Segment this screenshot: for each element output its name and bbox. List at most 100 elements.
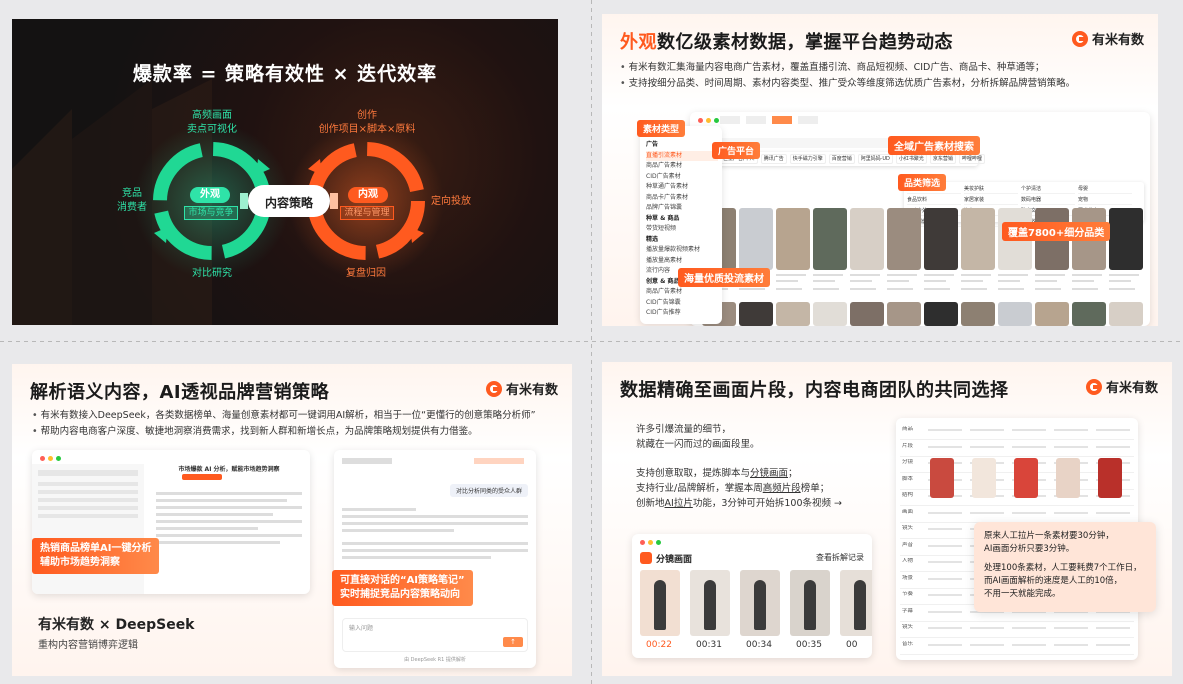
link-hot-clips[interactable]: 高频片段 xyxy=(763,483,801,494)
video-thumbnail[interactable] xyxy=(1072,302,1106,326)
massive-materials-tag: 海量优质投流素材 xyxy=(678,268,770,287)
menu-item[interactable]: 直播引流素材 xyxy=(646,150,718,161)
platform-chip[interactable]: 快手磁力引擎 xyxy=(789,154,826,164)
category-chip[interactable]: 家居家装 xyxy=(964,196,1018,205)
label-compare: 对比研究 xyxy=(192,268,232,279)
category-chip[interactable]: 美妆护肤 xyxy=(964,185,1018,194)
category-chip[interactable]: 宠物 xyxy=(1078,196,1132,205)
material-type-tag: 素材类型 xyxy=(637,120,686,137)
platform-chip[interactable]: 阿里妈妈·UD xyxy=(857,154,893,164)
video-thumbnail[interactable] xyxy=(998,302,1032,326)
slide-frame-precision: 数据精确至画面片段，内容电商团队的共同选择 有米有数 许多引爆流量的细节， 就藏在… xyxy=(602,362,1172,676)
category-chip[interactable]: 食品饮料 xyxy=(907,196,961,205)
platform-chip[interactable]: 百度营销 xyxy=(828,154,855,164)
platform-chip[interactable]: 哔哩哔哩 xyxy=(958,154,985,164)
storyboard-frame[interactable] xyxy=(840,570,872,636)
send-button[interactable]: ↑ xyxy=(503,637,523,647)
table-row-label: 场景 xyxy=(902,574,914,581)
menu-item[interactable]: 广告 xyxy=(646,140,718,151)
menu-item[interactable]: 播放量高素材 xyxy=(646,256,718,267)
table-cell xyxy=(970,643,1004,646)
table-row-label: 字幕 xyxy=(902,607,914,614)
storyboard-frame[interactable] xyxy=(790,570,830,636)
platform-chip[interactable]: 腾讯广告 xyxy=(760,154,787,164)
menu-item[interactable]: 精选 xyxy=(646,235,718,246)
video-thumbnail[interactable] xyxy=(887,208,921,270)
product-thumbnail[interactable] xyxy=(1098,458,1122,498)
thumbnail-caption xyxy=(998,280,1020,282)
link-storyboard[interactable]: 分镜画面 xyxy=(750,468,788,479)
chat-input-box[interactable]: 输入问题 ↑ xyxy=(342,618,528,652)
ai-analyze-button[interactable] xyxy=(182,474,222,480)
video-thumbnail[interactable] xyxy=(739,208,773,270)
menu-item[interactable]: 带货短视频 xyxy=(646,224,718,235)
market-competition-label: 市场与竞争 xyxy=(184,206,238,220)
thumbnail-caption xyxy=(961,280,983,282)
frame-time: 00 xyxy=(846,640,858,650)
coverage-tag: 覆盖7800+细分品类 xyxy=(1002,222,1111,241)
table-row-label: 音乐 xyxy=(902,640,914,647)
label-targeting: 定向投放 xyxy=(431,196,471,207)
video-thumbnail[interactable] xyxy=(1109,208,1143,270)
category-chip[interactable]: 母婴 xyxy=(1078,185,1132,194)
thumbnail-caption xyxy=(850,280,872,282)
category-chip[interactable]: 个护清洁 xyxy=(1021,185,1075,194)
product-thumbnail[interactable] xyxy=(930,458,954,498)
menu-item[interactable]: 种草 & 商品 xyxy=(646,214,718,225)
person-figure xyxy=(754,580,766,630)
platform-chip[interactable]: 小红书聚光 xyxy=(895,154,927,164)
menu-item[interactable]: 商品广告素材 xyxy=(646,161,718,172)
table-cell xyxy=(1096,445,1130,448)
platform-chip[interactable]: 京东营销 xyxy=(929,154,956,164)
storyboard-frame[interactable] xyxy=(690,570,730,636)
menu-item[interactable]: CID广告推荐 xyxy=(646,308,718,319)
logo-icon xyxy=(1086,378,1102,395)
product-thumbnail[interactable] xyxy=(972,458,996,498)
table-row-divider xyxy=(900,505,1134,506)
view-records-link[interactable]: 查看拆解记录 xyxy=(816,552,864,563)
menu-item[interactable]: 种草通广告素材 xyxy=(646,182,718,193)
slide3-bullets: 有米有数接入DeepSeek，各类数据榜单、海量创意素材都可一键调用AI解析，相… xyxy=(32,408,562,440)
product-thumbnail[interactable] xyxy=(1056,458,1080,498)
video-thumbnail[interactable] xyxy=(924,302,958,326)
table-row-label: 声音 xyxy=(902,541,914,548)
label-competitor: 竞品 消费者 xyxy=(117,188,147,213)
video-thumbnail[interactable] xyxy=(924,208,958,270)
video-thumbnail[interactable] xyxy=(850,208,884,270)
storyboard-frame[interactable] xyxy=(740,570,780,636)
video-thumbnail[interactable] xyxy=(887,302,921,326)
video-thumbnail[interactable] xyxy=(813,208,847,270)
video-thumbnail[interactable] xyxy=(776,208,810,270)
thumbnail-caption xyxy=(813,280,835,282)
menu-item[interactable]: 播放量爆款视频素材 xyxy=(646,245,718,256)
video-thumbnail[interactable] xyxy=(1109,302,1143,326)
table-row-divider xyxy=(900,653,1134,655)
menu-item[interactable]: 商品广告素材 xyxy=(646,287,718,298)
frame-time: 00:35 xyxy=(796,640,822,650)
menu-item[interactable]: 品牌广告锦囊 xyxy=(646,203,718,214)
menu-item[interactable]: CID广告锦囊 xyxy=(646,298,718,309)
table-cell xyxy=(1054,429,1088,431)
thumbnail-caption xyxy=(1109,274,1139,276)
table-cell xyxy=(970,627,1004,629)
video-thumbnail[interactable] xyxy=(813,302,847,326)
thumbnail-caption xyxy=(813,288,839,290)
menu-item[interactable]: CID广告素材 xyxy=(646,172,718,183)
video-thumbnail[interactable] xyxy=(961,302,995,326)
person-figure xyxy=(804,580,816,630)
chat-header-action[interactable] xyxy=(474,458,524,464)
slide-strategy-formula: 爆款率 = 策略有效性 × 迭代效率 内容策略 外观 市场与竞争 内观 流程与管… xyxy=(12,19,558,325)
category-chip[interactable]: 数码电器 xyxy=(1021,196,1075,205)
menu-item[interactable]: 商品卡广告素材 xyxy=(646,193,718,204)
product-thumbnail[interactable] xyxy=(1014,458,1038,498)
storyboard-frame[interactable] xyxy=(640,570,680,636)
brand-logo: 有米有数 xyxy=(486,379,558,398)
video-thumbnail[interactable] xyxy=(961,208,995,270)
video-thumbnail[interactable] xyxy=(1035,302,1069,326)
link-ai-breakdown[interactable]: AI拉片 xyxy=(665,498,693,509)
table-row-divider xyxy=(900,620,1134,622)
video-thumbnail[interactable] xyxy=(850,302,884,326)
slide2-bullets: 有米有数汇集海量内容电商广告素材，覆盖直播引流、商品短视频、CID广告、商品卡、… xyxy=(620,60,1150,92)
video-thumbnail[interactable] xyxy=(776,302,810,326)
video-thumbnail[interactable] xyxy=(739,302,773,326)
